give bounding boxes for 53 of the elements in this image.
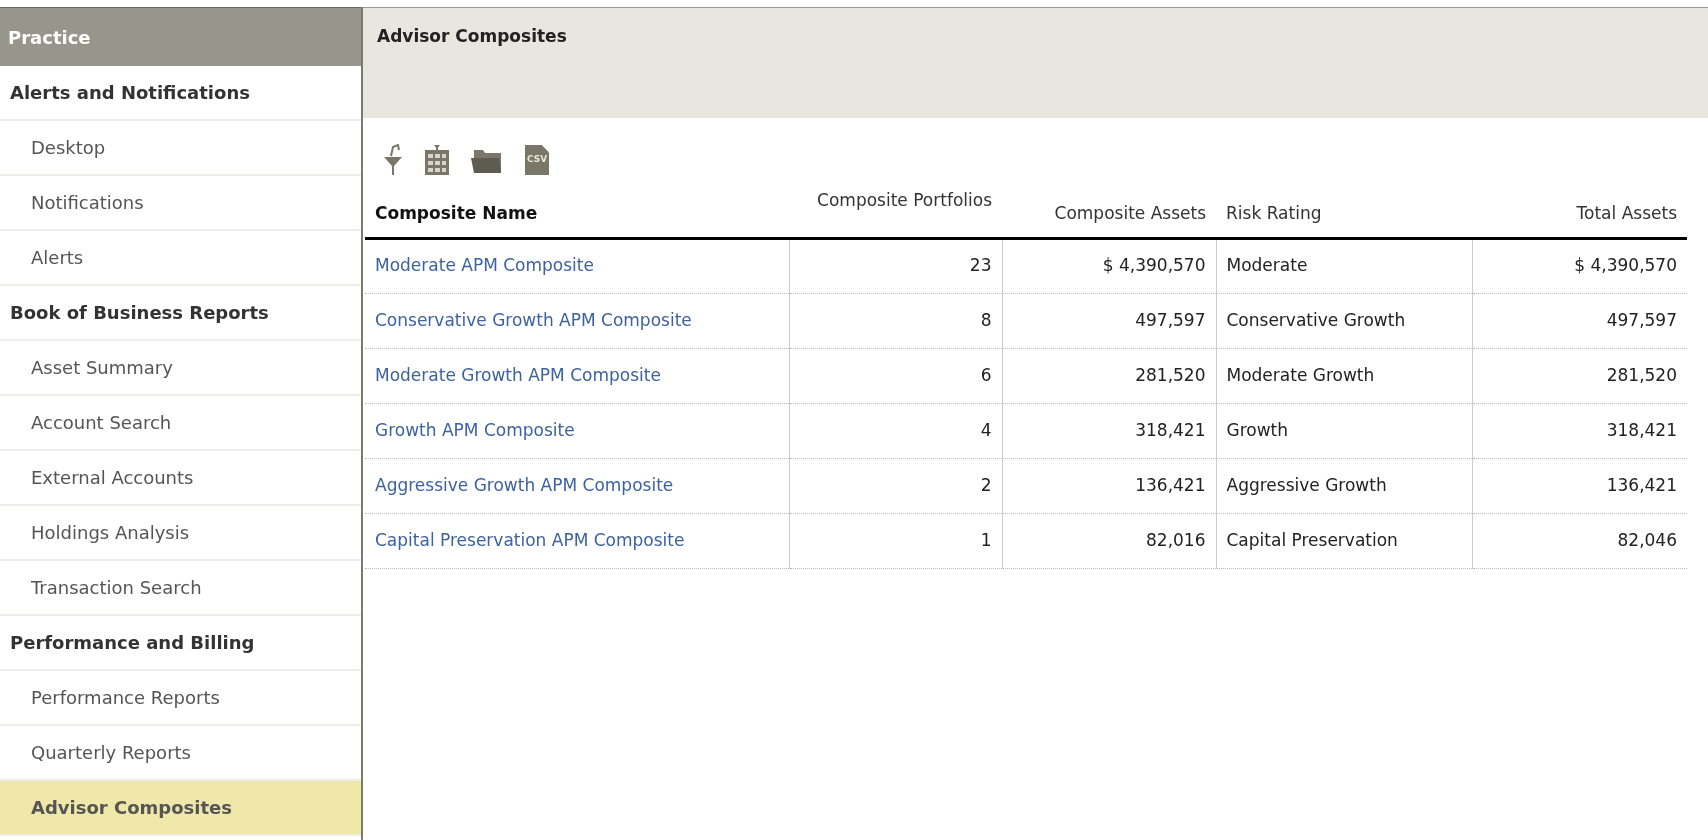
composite-link[interactable]: Moderate APM Composite	[365, 238, 789, 293]
sidebar-item[interactable]: Desktop	[0, 121, 361, 176]
csv-file-icon[interactable]: CSV	[525, 145, 549, 175]
sidebar-item[interactable]: Account Search	[0, 396, 361, 451]
column-header: Composite Name	[365, 188, 789, 238]
grid-icon[interactable]	[425, 145, 449, 175]
page-title: Advisor Composites	[377, 26, 567, 46]
composite-link[interactable]: Conservative Growth APM Composite	[365, 293, 789, 348]
table-cell: 281,520	[1002, 348, 1216, 403]
sidebar-section: Performance and Billing	[0, 616, 361, 671]
table-cell: $ 4,390,570	[1472, 238, 1687, 293]
composite-link[interactable]: Capital Preservation APM Composite	[365, 513, 789, 568]
table-cell: 497,597	[1002, 293, 1216, 348]
table-cell: 4	[789, 403, 1002, 458]
table-cell: 2	[789, 458, 1002, 513]
sidebar-item[interactable]: Performance Reports	[0, 671, 361, 726]
table-cell: 497,597	[1472, 293, 1687, 348]
column-header: Composite Assets	[1002, 188, 1216, 238]
sidebar-title: Practice	[0, 7, 361, 66]
sidebar-item[interactable]: Notifications	[0, 176, 361, 231]
table-cell: 318,421	[1002, 403, 1216, 458]
sidebar-item[interactable]: Transaction Search	[0, 561, 361, 616]
sidebar-item[interactable]: External Accounts	[0, 451, 361, 506]
column-header: Risk Rating	[1216, 188, 1472, 238]
table-cell: 318,421	[1472, 403, 1687, 458]
table-cell: 136,421	[1002, 458, 1216, 513]
column-header: Total Assets	[1472, 188, 1687, 238]
table-cell: 23	[789, 238, 1002, 293]
composite-link[interactable]: Growth APM Composite	[365, 403, 789, 458]
table-cell: Growth	[1216, 403, 1472, 458]
table-cell: 82,046	[1472, 513, 1687, 568]
sidebar-item[interactable]: Asset Summary	[0, 341, 361, 396]
sidebar-item[interactable]: Alerts	[0, 231, 361, 286]
sidebar-section: Alerts and Notifications	[0, 66, 361, 121]
table-cell: 281,520	[1472, 348, 1687, 403]
table-cell: Moderate Growth	[1216, 348, 1472, 403]
column-header: Composite Portfolios	[789, 188, 1002, 238]
sidebar-item[interactable]: Holdings Analysis	[0, 506, 361, 561]
composite-link[interactable]: Aggressive Growth APM Composite	[365, 458, 789, 513]
table-cell: 82,016	[1002, 513, 1216, 568]
table-cell: 8	[789, 293, 1002, 348]
table-cell: 136,421	[1472, 458, 1687, 513]
table-cell: Aggressive Growth	[1216, 458, 1472, 513]
table-cell: $ 4,390,570	[1002, 238, 1216, 293]
table-cell: Moderate	[1216, 238, 1472, 293]
table-cell: 1	[789, 513, 1002, 568]
table-cell: 6	[789, 348, 1002, 403]
table-cell: Capital Preservation	[1216, 513, 1472, 568]
table-cell: Conservative Growth	[1216, 293, 1472, 348]
filter-icon[interactable]	[383, 144, 403, 176]
sidebar-item[interactable]: Advisor Composites	[0, 781, 361, 836]
composite-link[interactable]: Moderate Growth APM Composite	[365, 348, 789, 403]
sidebar-section: Book of Business Reports	[0, 286, 361, 341]
